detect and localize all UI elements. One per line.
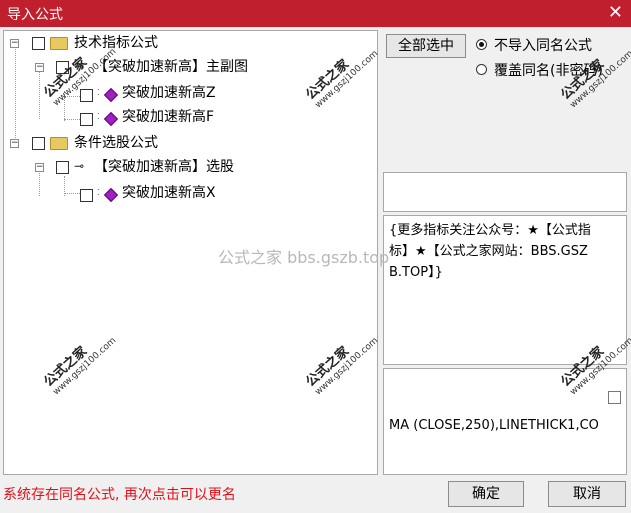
select-all-button[interactable]: 全部选中	[386, 34, 466, 58]
tree-node-group[interactable]: − 技术指标公式	[4, 33, 374, 53]
indicator-dots-icon: ⁚	[97, 188, 100, 197]
key-icon: ⊸	[74, 159, 85, 173]
indicator-icon	[103, 187, 119, 203]
radio-overwrite-duplicate[interactable]	[476, 64, 487, 75]
item-checkbox[interactable]	[80, 189, 93, 202]
radio-skip-label: 不导入同名公式	[494, 38, 592, 54]
indicator-icon	[103, 111, 119, 127]
ok-button[interactable]: 确定	[448, 481, 524, 507]
folder-icon	[50, 137, 68, 150]
formula-checkbox[interactable]	[56, 161, 69, 174]
indicator-icon	[103, 87, 119, 103]
collapse-icon[interactable]: −	[10, 139, 19, 148]
cancel-button[interactable]: 取消	[548, 481, 626, 507]
folder-icon	[50, 37, 68, 50]
item-label: 突破加速新高Z	[122, 85, 216, 101]
indicator-dots-icon: ⁚	[97, 88, 100, 97]
item-label: 突破加速新高X	[122, 185, 216, 201]
formula-text: MA (CLOSE,250),LINETHICK1,CO	[389, 418, 599, 433]
description-text: {更多指标关注公众号：★【公式指标】★【公式之家网站：BBS.GSZB.TOP】…	[389, 223, 591, 280]
description-box[interactable]: {更多指标关注公众号：★【公式指标】★【公式之家网站：BBS.GSZB.TOP】…	[383, 215, 627, 365]
name-field[interactable]	[383, 172, 627, 212]
radio-skip-duplicate[interactable]	[476, 39, 487, 50]
collapse-icon[interactable]: −	[35, 163, 44, 172]
close-icon[interactable]: ✕	[608, 2, 623, 23]
item-checkbox[interactable]	[80, 89, 93, 102]
collapse-icon[interactable]: −	[35, 63, 44, 72]
group-label: 条件选股公式	[74, 135, 158, 151]
formula-label: 【突破加速新高】主副图	[94, 59, 248, 75]
window-title: 导入公式	[7, 7, 63, 23]
group-checkbox[interactable]	[32, 37, 45, 50]
indicator-dots-icon: ⁚	[97, 112, 100, 121]
collapse-icon[interactable]: −	[10, 39, 19, 48]
item-label: 突破加速新高F	[122, 109, 215, 125]
formula-box[interactable]: MA (CLOSE,250),LINETHICK1,CO	[383, 368, 627, 475]
item-checkbox[interactable]	[80, 113, 93, 126]
tree-node-group[interactable]: − 条件选股公式	[4, 133, 374, 153]
formula-label: 【突破加速新高】选股	[94, 159, 234, 175]
tree-node-formula[interactable]: − ⊸ 【突破加速新高】选股	[4, 157, 374, 177]
watermark-center: 公式之家 bbs.gszb.top	[218, 248, 390, 267]
tree-node-item[interactable]: ⁚ 突破加速新高F	[4, 107, 374, 127]
title-bar: 导入公式 ✕	[0, 0, 631, 27]
formula-checkbox-small[interactable]	[608, 391, 621, 404]
status-message: 系统存在同名公式, 再次点击可以更名	[3, 487, 236, 503]
group-checkbox[interactable]	[32, 137, 45, 150]
tree-node-item[interactable]: ⁚ 突破加速新高X	[4, 183, 374, 203]
